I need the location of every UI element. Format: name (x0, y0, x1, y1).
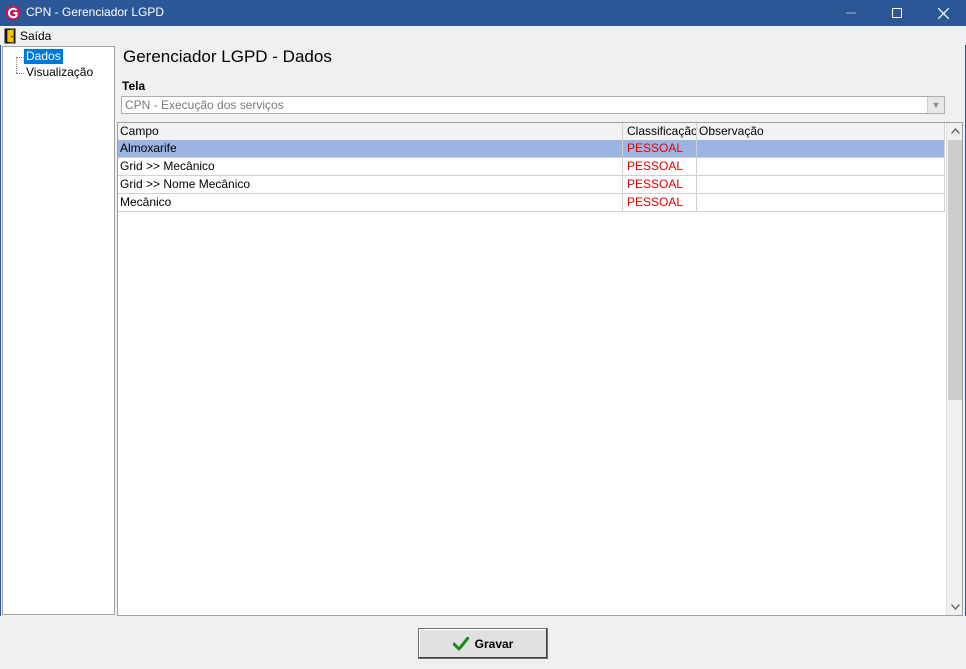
tree-item-visualizacao[interactable]: Visualização (24, 65, 95, 80)
title-bar: CPN - Gerenciador LGPD (0, 0, 966, 26)
cell-observacao[interactable] (697, 176, 945, 194)
checkmark-icon (452, 636, 469, 650)
maximize-button[interactable] (874, 0, 920, 26)
main-panel: Gerenciador LGPD - Dados Tela CPN - Exec… (116, 46, 966, 616)
column-header-observacao[interactable]: Observação (697, 123, 945, 140)
tela-select-value: CPN - Execução dos serviços (125, 98, 284, 112)
table-row[interactable]: Mecânico PESSOAL (118, 194, 945, 212)
close-icon (937, 7, 949, 19)
footer-bar: Gravar (0, 616, 966, 669)
table-row[interactable]: Grid >> Mecânico PESSOAL (118, 158, 945, 176)
table-row[interactable]: Grid >> Nome Mecânico PESSOAL (118, 176, 945, 194)
menu-bar: Saída (0, 26, 966, 45)
exit-door-icon (4, 28, 16, 43)
save-button-label: Gravar (474, 636, 514, 651)
minimize-icon (846, 12, 856, 14)
cell-campo[interactable]: Mecânico (118, 194, 623, 212)
fields-grid: Campo Classificação Observação Almoxarif… (117, 122, 963, 616)
column-header-campo[interactable]: Campo (118, 123, 623, 140)
menu-item-saida[interactable]: Saída (2, 26, 53, 45)
window-border-left (0, 26, 1, 669)
menu-item-label: Saída (20, 28, 52, 43)
tree-connector (16, 57, 17, 73)
tela-select[interactable]: CPN - Execução dos serviços ▼ (121, 96, 945, 114)
tela-label: Tela (122, 79, 146, 93)
grid-vertical-scrollbar[interactable] (946, 123, 962, 615)
chevron-up-icon[interactable] (947, 123, 962, 139)
navigation-tree: Dados Visualização (2, 46, 115, 615)
tree-connector (16, 57, 24, 58)
save-button[interactable]: Gravar (418, 628, 548, 659)
cell-classificacao[interactable]: PESSOAL (623, 158, 697, 176)
cell-classificacao[interactable]: PESSOAL (623, 176, 697, 194)
window-title: CPN - Gerenciador LGPD (26, 5, 165, 19)
cell-classificacao[interactable]: PESSOAL (623, 194, 697, 212)
chevron-down-icon[interactable]: ▼ (927, 97, 944, 113)
cell-classificacao[interactable]: PESSOAL (623, 140, 697, 158)
minimize-button[interactable] (828, 0, 874, 26)
column-header-classificacao[interactable]: Classificação (623, 123, 697, 140)
maximize-icon (892, 8, 902, 18)
scrollbar-thumb[interactable] (948, 140, 962, 400)
cell-campo[interactable]: Grid >> Mecânico (118, 158, 623, 176)
cell-campo[interactable]: Grid >> Nome Mecânico (118, 176, 623, 194)
cell-campo[interactable]: Almoxarife (118, 140, 623, 158)
cell-observacao[interactable] (697, 194, 945, 212)
tree-item-dados[interactable]: Dados (23, 48, 64, 65)
close-button[interactable] (920, 0, 966, 26)
chevron-down-icon[interactable] (947, 599, 962, 615)
tree-connector (16, 73, 24, 74)
table-row[interactable]: Almoxarife PESSOAL (118, 140, 945, 158)
cell-observacao[interactable] (697, 158, 945, 176)
page-title: Gerenciador LGPD - Dados (123, 47, 332, 66)
cpn-logo-icon (5, 5, 21, 21)
cell-observacao[interactable] (697, 140, 945, 158)
grid-header: Campo Classificação Observação (118, 123, 945, 141)
